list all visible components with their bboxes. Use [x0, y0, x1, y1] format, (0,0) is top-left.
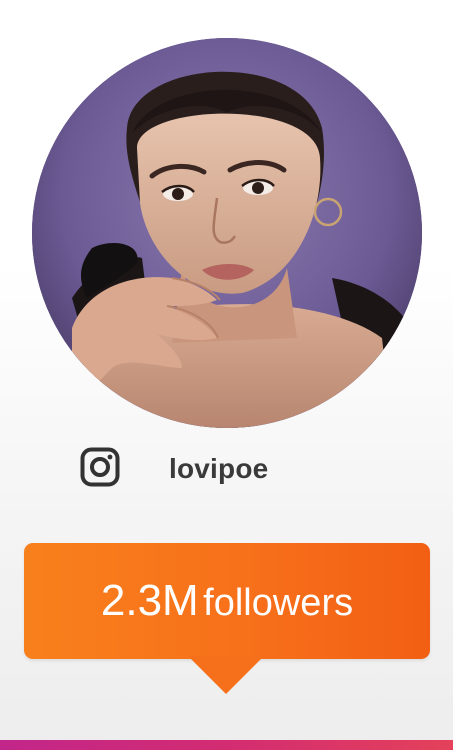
profile-photo — [32, 38, 422, 428]
followers-count: 2.3M — [100, 576, 199, 625]
profile-photo-image — [32, 38, 422, 428]
followers-label: followers — [203, 582, 354, 624]
followers-badge: 2.3M followers — [24, 543, 430, 659]
followers-badge-pointer — [188, 656, 264, 694]
bottom-accent-bar — [0, 740, 453, 750]
instagram-icon[interactable] — [80, 447, 120, 487]
profile-handle[interactable]: lovipoe — [169, 449, 268, 489]
followers-text: 2.3M followers — [24, 543, 430, 659]
